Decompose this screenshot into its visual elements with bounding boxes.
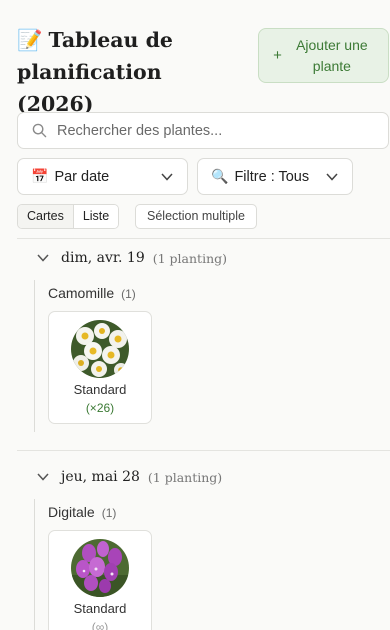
group-count: (1 planting) [152,250,228,266]
calendar-icon: 📅 [31,168,49,184]
sort-select[interactable]: 📅 Par date [17,158,188,195]
plus-icon: + [273,47,282,64]
planting-quantity: (∞) [91,620,109,630]
magnifier-icon: 🔍 [211,168,229,184]
date-group-header[interactable]: jeu, mai 28 (1 planting) [37,467,222,487]
group-date: dim, avr. 19 [61,250,145,266]
plant-name: Camomille [48,285,115,301]
date-group-header[interactable]: dim, avr. 19 (1 planting) [37,248,227,268]
planting-type: Standard [73,382,127,397]
chamomile-photo [71,320,129,378]
view-list-tab[interactable]: Liste [72,205,119,228]
add-plant-label: Ajouter une plante [296,36,368,74]
planting-quantity: (×26) [85,401,115,415]
planting-type: Standard [73,601,127,616]
divider [17,238,390,239]
search-box[interactable] [17,112,389,149]
group-line [34,499,35,630]
chevron-down-icon [161,172,173,181]
divider [17,450,390,451]
search-icon [32,123,47,138]
plant-count: (1) [121,287,136,301]
group-count: (1 planting) [147,469,223,485]
sort-select-label: Par date [54,168,110,185]
multi-select-button[interactable]: Sélection multiple [135,204,257,229]
filter-select[interactable]: 🔍 Filtre : Tous [197,158,353,195]
chevron-down-icon [326,172,338,181]
chevron-down-icon [37,473,49,481]
plant-count: (1) [101,506,117,520]
search-input[interactable] [57,122,357,139]
add-plant-button[interactable]: + Ajouter une plante [258,28,389,83]
group-line [34,280,35,432]
view-toggle: Cartes Liste [17,204,120,229]
plant-group-header: Camomille (1) [48,285,136,301]
plant-group-header: Digitale (1) [48,504,116,520]
filter-select-label: Filtre : Tous [234,168,310,185]
plant-name: Digitale [48,504,95,520]
planting-card[interactable]: Standard (×26) [48,311,152,424]
planting-card[interactable]: Standard (∞) [48,530,152,630]
memo-icon: 📝 [17,28,43,52]
group-date: jeu, mai 28 [61,469,140,485]
chevron-down-icon [37,254,49,262]
header: 📝 Tableau de planification (2026) + Ajout… [17,24,389,116]
page-title: 📝 Tableau de planification (2026) [17,24,242,120]
view-cards-tab[interactable]: Cartes [18,205,73,228]
foxglove-photo [71,539,129,597]
